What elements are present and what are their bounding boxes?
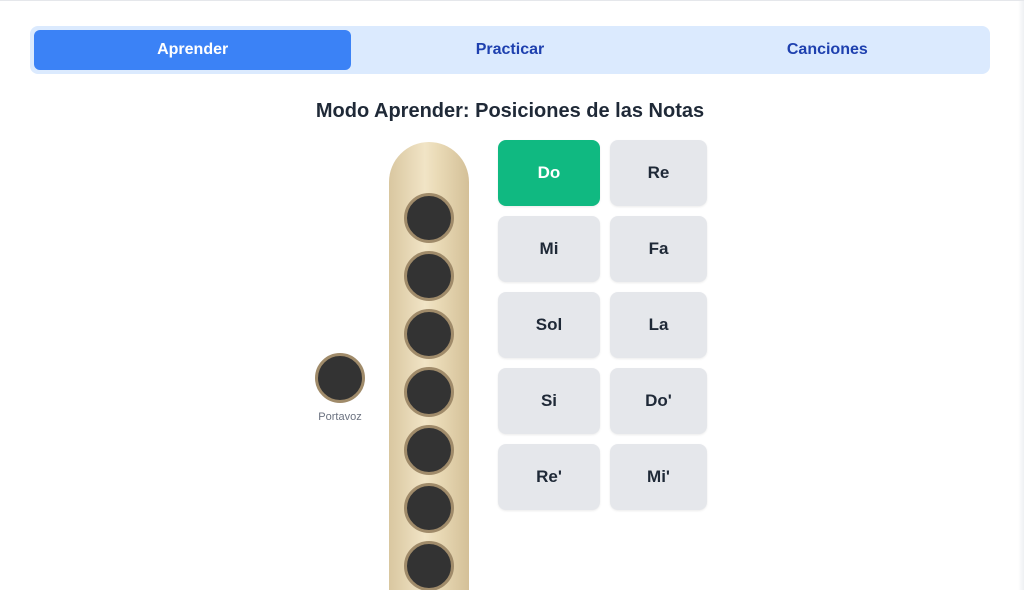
page-title: Modo Aprender: Posiciones de las Notas	[315, 100, 705, 122]
note-button-mi-high[interactable]: Mi'	[610, 444, 707, 510]
note-button-sol[interactable]: Sol	[498, 292, 600, 358]
finger-hole-4[interactable]	[404, 367, 454, 417]
finger-hole-2[interactable]	[404, 251, 454, 301]
note-button-re-high[interactable]: Re'	[498, 444, 600, 510]
finger-hole-7[interactable]	[404, 541, 454, 590]
finger-hole-6[interactable]	[404, 483, 454, 533]
tab-aprender[interactable]: Aprender	[34, 30, 352, 70]
mouthpiece-hole[interactable]	[315, 353, 365, 403]
mouthpiece: Portavoz	[312, 353, 368, 423]
tab-practicar[interactable]: Practicar	[351, 30, 668, 70]
app-page: Aprender Practicar Canciones Modo Aprend…	[0, 0, 1024, 590]
finger-hole-1[interactable]	[404, 193, 454, 243]
note-button-mi[interactable]: Mi	[498, 216, 600, 282]
recorder-body	[389, 142, 469, 590]
note-button-do-high[interactable]: Do'	[610, 368, 707, 434]
note-grid: Do Re Mi Fa Sol La Si Do' Re' Mi'	[498, 140, 708, 510]
tab-canciones[interactable]: Canciones	[669, 30, 986, 70]
note-button-la[interactable]: La	[610, 292, 707, 358]
note-button-fa[interactable]: Fa	[610, 216, 707, 282]
finger-hole-3[interactable]	[404, 309, 454, 359]
note-button-si[interactable]: Si	[498, 368, 600, 434]
finger-hole-5[interactable]	[404, 425, 454, 475]
window-edge	[1018, 1, 1024, 590]
mode-tabs: Aprender Practicar Canciones	[30, 26, 990, 74]
note-button-re[interactable]: Re	[610, 140, 707, 206]
mouthpiece-label: Portavoz	[318, 411, 362, 423]
note-button-do[interactable]: Do	[498, 140, 600, 206]
